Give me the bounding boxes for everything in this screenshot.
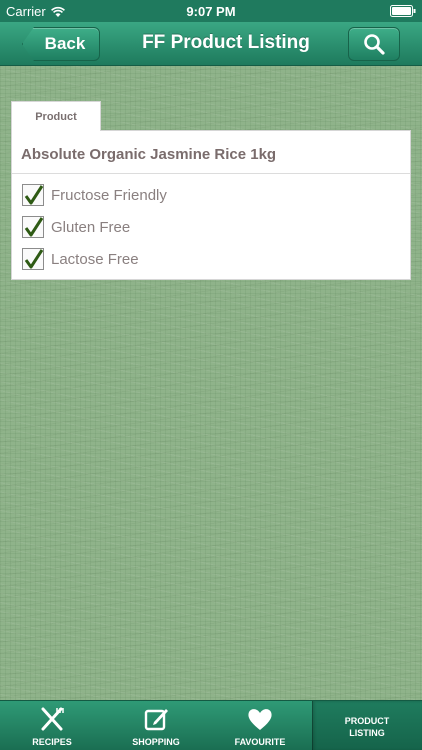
tab-label: PRODUCT LISTING — [344, 716, 390, 738]
tab-shopping[interactable]: SHOPPING — [104, 701, 208, 750]
attribute-label: Fructose Friendly — [51, 186, 167, 204]
back-button[interactable]: Back — [22, 27, 100, 61]
gluten-checkbox[interactable] — [22, 216, 44, 238]
checkmark-icon — [24, 185, 44, 205]
tab-label: FAVOURITE — [234, 737, 286, 747]
attribute-label: Gluten Free — [51, 218, 131, 236]
product-name: Absolute Organic Jasmine Rice 1kg — [21, 146, 277, 163]
attribute-row: Lactose Free — [22, 247, 139, 271]
search-icon — [364, 34, 385, 55]
heart-icon — [248, 709, 272, 730]
fructose-checkbox[interactable] — [22, 184, 44, 206]
tab-label: RECIPES — [32, 737, 72, 747]
product-tab[interactable]: Product — [11, 101, 101, 131]
status-time: 9:07 PM — [186, 4, 236, 19]
attribute-row: Fructose Friendly — [22, 183, 167, 207]
product-card: Absolute Organic Jasmine Rice 1kg Fructo… — [11, 130, 411, 280]
checkmark-icon — [24, 217, 44, 237]
product-tab-label: Product — [35, 110, 77, 123]
attribute-row: Gluten Free — [22, 215, 130, 239]
status-bar: Carrier 9:07 PM — [0, 0, 422, 22]
battery-icon — [390, 5, 416, 17]
search-button[interactable] — [348, 27, 400, 61]
tab-recipes[interactable]: RECIPES — [0, 701, 104, 750]
card-divider — [12, 173, 410, 174]
fork-knife-icon — [41, 707, 64, 731]
tab-favourite[interactable]: FAVOURITE — [208, 701, 312, 750]
note-pencil-icon — [144, 709, 168, 731]
tab-label: SHOPPING — [132, 737, 180, 747]
tab-product-listing[interactable]: PRODUCT LISTING — [312, 701, 422, 750]
attribute-label: Lactose Free — [51, 250, 139, 268]
lactose-checkbox[interactable] — [22, 248, 44, 270]
checkmark-icon — [24, 249, 44, 269]
back-button-label: Back — [44, 34, 86, 53]
nav-bar: Back FF Product Listing — [0, 22, 422, 66]
tab-bar: RECIPES SHOPPING FAVOURITE PRODUCT LISTI… — [0, 700, 422, 750]
page-title: FF Product Listing — [142, 32, 310, 53]
